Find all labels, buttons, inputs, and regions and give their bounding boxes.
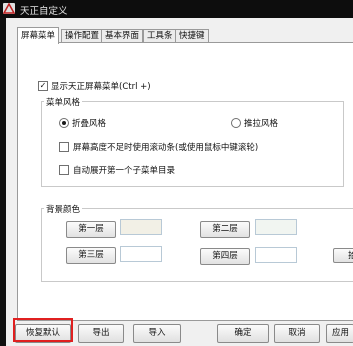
scrollbar-label: 屏幕高度不足时使用滚动条(或使用鼠标中键滚轮) [73, 143, 259, 153]
ok-button[interactable]: 确定 [217, 324, 269, 343]
tab-toolbar[interactable]: 工具条 [143, 29, 177, 43]
import-button[interactable]: 导入 [133, 324, 181, 343]
tab-screen-menu[interactable]: 屏幕菜单 [17, 27, 60, 44]
tab-operation-config[interactable]: 操作配置 [61, 29, 104, 43]
show-menu-checkbox[interactable]: ✓ [38, 81, 48, 91]
push-pull-style-radio[interactable] [231, 118, 241, 128]
window-title: 天正自定义 [20, 6, 68, 17]
export-button[interactable]: 导出 [78, 324, 124, 343]
auto-expand-checkbox[interactable] [59, 165, 69, 175]
fold-style-radio[interactable] [59, 118, 69, 128]
cancel-button[interactable]: 取消 [274, 324, 320, 343]
dialog-body: 屏幕菜单 操作配置 基本界面 工具条 快捷键 ✓ 显示天正屏幕菜单(Ctrl +… [6, 18, 353, 346]
apply-button[interactable]: 应用 [326, 324, 353, 343]
show-menu-label: 显示天正屏幕菜单(Ctrl +) [51, 82, 151, 92]
background-color-group [41, 208, 353, 282]
fold-style-label: 折叠风格 [72, 119, 107, 129]
autocad-app-icon [3, 3, 15, 14]
level-1-color-swatch[interactable] [120, 219, 162, 235]
menu-style-title: 菜单风格 [44, 96, 83, 108]
level-3-color-swatch[interactable] [120, 246, 162, 262]
level-2-color-swatch[interactable] [255, 219, 297, 235]
screen-menu-panel: ✓ 显示天正屏幕菜单(Ctrl +) 菜单风格 折叠风格 推拉风格 屏幕高度不足… [17, 42, 353, 321]
pick-color-button[interactable]: 拾 [333, 248, 353, 263]
background-color-title: 背景颜色 [44, 203, 83, 215]
level-2-button[interactable]: 第二层 [200, 221, 250, 238]
scrollbar-checkbox[interactable] [59, 142, 69, 152]
level-4-button[interactable]: 第四层 [200, 248, 250, 265]
dialog-window: 天正自定义 屏幕菜单 操作配置 基本界面 工具条 快捷键 ✓ 显示天正屏幕菜单(… [0, 0, 353, 346]
tab-shortcuts[interactable]: 快捷键 [175, 29, 209, 43]
level-3-button[interactable]: 第三层 [66, 247, 116, 264]
push-pull-style-label: 推拉风格 [244, 119, 279, 129]
level-4-color-swatch[interactable] [255, 247, 297, 263]
auto-expand-label: 自动展开第一个子菜单目录 [73, 166, 176, 176]
title-bar: 天正自定义 [0, 0, 353, 18]
tab-basic-interface[interactable]: 基本界面 [101, 29, 144, 43]
level-1-button[interactable]: 第一层 [66, 221, 116, 238]
highlight-box [13, 318, 73, 342]
